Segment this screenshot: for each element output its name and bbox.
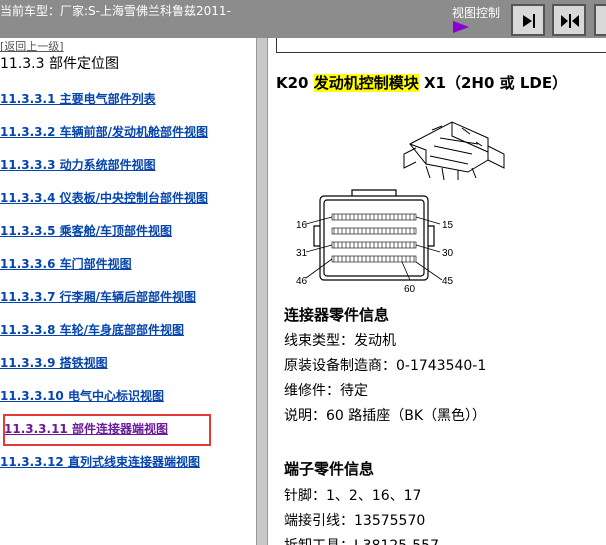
nav-item-passenger-roof[interactable]: 11.3.3.5 乘客舱/车顶部件视图 — [0, 222, 172, 239]
pin-label-60: 60 — [404, 284, 416, 294]
back-link[interactable]: [返回上一级] — [0, 38, 64, 54]
terminal-info-tool: 拆卸工具：J-38125-557 — [284, 535, 439, 545]
nav-item-powertrain[interactable]: 11.3.3.3 动力系统部件视图 — [0, 156, 156, 173]
current-vehicle-label: 当前车型：厂家:S-上海雪佛兰科鲁兹2011- — [0, 4, 231, 18]
expand-right-icon — [523, 14, 535, 28]
pane-splitter[interactable] — [256, 38, 268, 545]
connector-info-harness: 线束类型：发动机 — [284, 333, 396, 349]
navigation-pane: [返回上一级] 11.3.3 部件定位图 11.3.3.1 主要电气部件列表 1… — [0, 38, 256, 545]
terminal-info-lead: 端接引线：13575570 — [284, 513, 426, 529]
pin-leader-lines — [305, 216, 443, 281]
connector-face — [313, 189, 435, 281]
heading-highlight: 发动机控制模块 — [313, 74, 419, 92]
connector-diagram: 16 15 31 30 46 60 45 — [296, 121, 505, 294]
more-view-button[interactable] — [594, 4, 606, 36]
nav-item-front-engine-bay[interactable]: 11.3.3.2 车辆前部/发动机舱部件视图 — [0, 123, 208, 140]
pin-label-45: 45 — [442, 276, 454, 287]
split-view-button[interactable] — [552, 4, 586, 36]
connector-plug-drawing — [403, 121, 505, 181]
terminal-info-title: 端子零件信息 — [284, 460, 375, 478]
selected-item-highlight-box — [3, 414, 211, 446]
connector-heading: K20 发动机控制模块 X1（2H0 或 LDE） — [276, 72, 567, 93]
section-title: 11.3.3 部件定位图 — [0, 56, 119, 72]
connector-info-title: 连接器零件信息 — [284, 306, 390, 324]
nav-item-ground[interactable]: 11.3.3.9 搭铁视图 — [0, 354, 108, 371]
view-control-arrow-icon — [453, 21, 469, 33]
heading-suffix: X1（2H0 或 LDE） — [418, 74, 568, 92]
connector-info-description: 说明：60 路插座（BK（黑色）） — [284, 408, 487, 424]
nav-item-electrical-center[interactable]: 11.3.3.10 电气中心标识视图 — [0, 387, 164, 404]
split-view-icon — [561, 14, 579, 28]
pin-label-46: 46 — [296, 276, 308, 287]
expand-right-button[interactable] — [511, 4, 545, 36]
pin-label-15: 15 — [442, 220, 454, 231]
view-control-label: 视图控制 — [452, 6, 501, 20]
connector-info-oem: 原装设备制造商：0-1743540-1 — [284, 358, 487, 374]
top-bar: 当前车型：厂家:S-上海雪佛兰科鲁兹2011- 视图控制 — [0, 0, 606, 38]
nav-item-wheel-underbody[interactable]: 11.3.3.8 车轮/车身底部部件视图 — [0, 321, 184, 338]
pin-label-16: 16 — [296, 220, 308, 231]
pin-label-30: 30 — [442, 248, 454, 259]
content-pane: K20 发动机控制模块 X1（2H0 或 LDE） 16 15 31 30 46… — [268, 38, 606, 545]
terminal-info-pins: 针脚：1、2、16、17 — [284, 488, 422, 504]
connector-info-service-part: 维修件：待定 — [284, 383, 368, 399]
pin-grid — [331, 213, 417, 263]
nav-item-door[interactable]: 11.3.3.6 车门部件视图 — [0, 255, 132, 272]
nav-item-main-components[interactable]: 11.3.3.1 主要电气部件列表 — [0, 90, 156, 107]
content-frame — [276, 38, 606, 53]
heading-prefix: K20 — [276, 74, 314, 92]
nav-item-inline-harness-connector[interactable]: 11.3.3.12 直列式线束连接器端视图 — [0, 453, 200, 470]
pin-label-31: 31 — [296, 248, 308, 259]
nav-item-trunk-rear[interactable]: 11.3.3.7 行李厢/车辆后部部件视图 — [0, 288, 196, 305]
nav-item-instrument-panel[interactable]: 11.3.3.4 仪表板/中央控制台部件视图 — [0, 189, 208, 206]
